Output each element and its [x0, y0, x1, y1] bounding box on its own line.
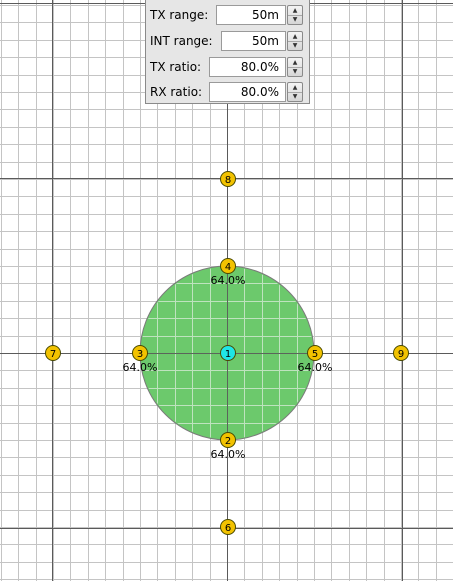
rx-ratio-row: RX ratio: 80.0% ▲ ▼ [146, 79, 311, 105]
spin-down-icon[interactable]: ▼ [288, 92, 302, 101]
node-success-ratio-label: 64.0% [298, 361, 333, 374]
spin-down-icon[interactable]: ▼ [288, 15, 302, 24]
node-9[interactable]: 9 [393, 345, 409, 361]
node-id: 8 [225, 175, 231, 186]
rx-ratio-field[interactable]: 80.0% [209, 82, 286, 102]
tx-range-label: TX range: [150, 8, 209, 22]
node-id: 4 [225, 262, 231, 273]
int-range-row: INT range: 50m ▲ ▼ [146, 28, 311, 54]
node-id: 7 [50, 349, 56, 360]
rx-ratio-spinner[interactable]: ▲ ▼ [287, 82, 303, 102]
radio-settings-panel: TX range: 50m ▲ ▼ INT range: 50m ▲ ▼ TX … [145, 0, 310, 104]
spin-down-icon[interactable]: ▼ [288, 41, 302, 50]
node-8[interactable]: 8 [220, 171, 236, 187]
tx-range-row: TX range: 50m ▲ ▼ [146, 2, 311, 28]
tx-range-field[interactable]: 50m [216, 5, 286, 25]
node-id: 1 [225, 349, 231, 360]
spin-down-icon[interactable]: ▼ [288, 67, 302, 76]
tx-ratio-row: TX ratio: 80.0% ▲ ▼ [146, 54, 311, 80]
node-id: 6 [225, 523, 231, 534]
node-id: 9 [398, 349, 404, 360]
tx-range-spinner[interactable]: ▲ ▼ [287, 5, 303, 25]
tx-ratio-label: TX ratio: [150, 60, 202, 74]
tx-ratio-spinner[interactable]: ▲ ▼ [287, 57, 303, 77]
node-id: 3 [137, 349, 143, 360]
int-range-spinner[interactable]: ▲ ▼ [287, 31, 303, 51]
node-id: 5 [312, 349, 318, 360]
tx-ratio-field[interactable]: 80.0% [209, 57, 286, 77]
int-range-field[interactable]: 50m [221, 31, 286, 51]
rx-ratio-label: RX ratio: [150, 85, 203, 99]
node-success-ratio-label: 64.0% [211, 448, 246, 461]
node-6[interactable]: 6 [220, 519, 236, 535]
node-success-ratio-label: 64.0% [211, 274, 246, 287]
node-success-ratio-label: 64.0% [123, 361, 158, 374]
node-7[interactable]: 7 [45, 345, 61, 361]
node-id: 2 [225, 436, 231, 447]
node-1[interactable]: 1 [220, 345, 236, 361]
int-range-label: INT range: [150, 34, 213, 48]
